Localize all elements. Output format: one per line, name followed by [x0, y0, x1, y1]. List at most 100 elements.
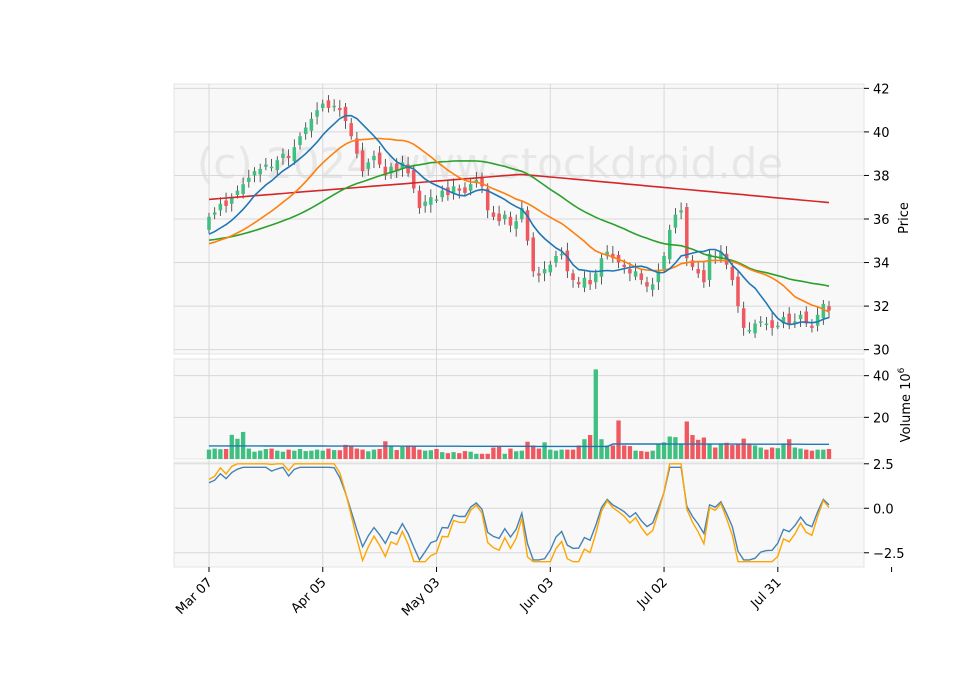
volume-bar: [548, 449, 553, 459]
volume-bar: [781, 443, 786, 459]
volume-bar: [787, 439, 792, 459]
candle-body: [599, 258, 604, 277]
candle-body: [798, 314, 803, 320]
candle-body: [235, 190, 240, 196]
x-tick-label: Jun 03: [517, 575, 557, 615]
volume-bar: [513, 451, 519, 459]
candle-body: [594, 273, 598, 283]
volume-bar: [496, 446, 502, 459]
x-tick-label: Mar 07: [173, 575, 216, 618]
volume-bar: [565, 449, 570, 459]
volume-bar: [440, 452, 445, 459]
volume-bar: [371, 449, 377, 459]
volume-bar: [718, 443, 724, 459]
volume-bar: [667, 436, 672, 459]
volume-bar: [206, 449, 212, 459]
candle-body: [741, 308, 746, 328]
volume-bar: [809, 450, 815, 459]
candle-body: [412, 170, 416, 189]
candle-body: [377, 152, 382, 165]
candle-body: [497, 213, 501, 222]
price-y-tick-label: 42: [873, 82, 890, 97]
volume-bar: [326, 448, 331, 459]
volume-bar: [280, 451, 286, 459]
candle-body: [343, 106, 348, 122]
volume-bar: [826, 449, 832, 459]
volume-bar: [735, 444, 741, 459]
candle-body: [491, 212, 496, 217]
candle-body: [758, 321, 763, 323]
volume-bar: [275, 450, 280, 459]
x-tick-label: Apr 05: [288, 575, 329, 616]
volume-bar: [508, 448, 513, 459]
volume-bar: [775, 448, 780, 459]
volume-bar: [417, 449, 422, 459]
candle-body: [622, 264, 626, 267]
candle-body: [559, 253, 564, 256]
candle-body: [753, 323, 757, 334]
candle-body: [269, 166, 274, 169]
candle-body: [565, 250, 570, 272]
volume-bar: [644, 451, 650, 459]
candle-body: [548, 264, 553, 273]
volume-bar: [605, 445, 610, 459]
volume-bar: [758, 447, 763, 459]
candle-body: [787, 313, 791, 324]
volume-bar: [360, 449, 365, 459]
candle-body: [247, 177, 251, 182]
candle-body: [298, 136, 302, 145]
volume-bar: [525, 441, 530, 459]
candle-body: [730, 266, 735, 280]
candle-body: [747, 330, 752, 332]
price-y-tick-label: 34: [873, 257, 890, 272]
volume-bar: [309, 450, 314, 459]
volume-bar: [258, 450, 263, 459]
candle-body: [650, 284, 655, 290]
volume-bar: [724, 442, 729, 459]
volume-bar: [804, 449, 809, 459]
volume-bar: [570, 449, 576, 459]
candle-body: [770, 320, 774, 328]
volume-axis-label-text: Volume 10: [899, 373, 914, 442]
volume-bar: [354, 448, 360, 459]
candle-body: [468, 184, 473, 191]
x-tick-label: May 03: [399, 575, 443, 619]
volume-bar: [485, 453, 490, 459]
volume-bar: [422, 450, 428, 459]
volume-bar: [297, 449, 303, 459]
volume-bar: [531, 445, 536, 459]
candle-body: [815, 314, 820, 326]
volume-bar: [235, 438, 240, 459]
candle-body: [417, 190, 422, 209]
candle-body: [696, 269, 700, 274]
candle-body: [531, 237, 535, 272]
volume-bar: [627, 446, 633, 459]
volume-bar: [650, 450, 655, 459]
price-y-tick-label: 38: [873, 169, 890, 184]
volume-bar: [400, 446, 405, 459]
volume-bar: [474, 453, 479, 459]
volume-bar: [343, 444, 348, 459]
candle-body: [685, 207, 689, 259]
volume-bar: [337, 450, 342, 459]
volume-bar: [263, 449, 269, 459]
candle-body: [207, 216, 211, 230]
candle-body: [571, 273, 575, 280]
volume-bar: [434, 449, 439, 459]
volume-bar: [292, 450, 297, 459]
volume-bar: [457, 453, 462, 459]
volume-bar: [445, 453, 451, 459]
volume-bar: [229, 434, 234, 459]
candle-body: [463, 187, 467, 193]
candle-body: [286, 155, 291, 159]
volume-bar: [582, 439, 587, 459]
candle-body: [673, 214, 678, 228]
volume-bar: [610, 445, 616, 459]
stock-chart: (c) 2024 www.stockdroid.de 30 32 34 36 38 40 4…: [0, 0, 960, 690]
candle-body: [315, 110, 319, 117]
volume-bar: [519, 450, 525, 459]
candle-body: [366, 162, 371, 169]
candle-body: [537, 273, 541, 276]
candle-body: [264, 164, 268, 167]
candle-body: [281, 153, 285, 159]
